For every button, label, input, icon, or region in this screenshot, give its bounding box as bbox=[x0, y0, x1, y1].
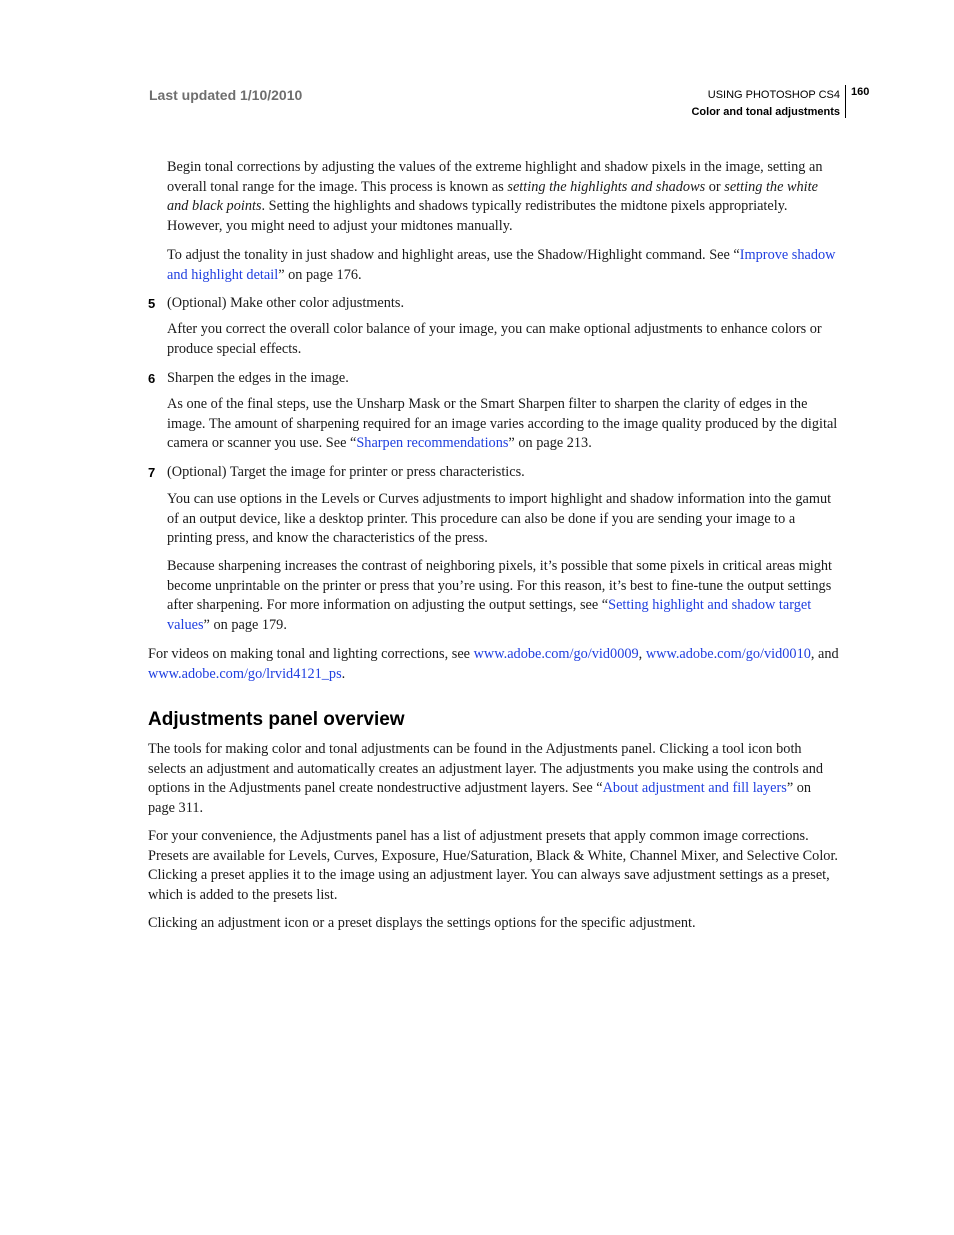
link-vid0010[interactable]: www.adobe.com/go/vid0010 bbox=[646, 646, 811, 662]
emphasis-text: setting the highlights and shadows bbox=[507, 178, 706, 195]
step-5-text: (Optional) Make other color adjustments. bbox=[167, 295, 405, 311]
book-title: USING PHOTOSHOP CS4 bbox=[707, 89, 840, 101]
paragraph-sharpening-contrast: Because sharpening increases the contras… bbox=[167, 557, 839, 635]
text: ” on page 176. bbox=[278, 266, 362, 283]
step-number-6: 6 bbox=[148, 371, 156, 386]
paragraph-adjustments-tools: The tools for making color and tonal adj… bbox=[148, 740, 840, 818]
header-divider bbox=[845, 85, 846, 118]
step-number-7: 7 bbox=[148, 465, 156, 480]
text: or bbox=[705, 178, 725, 195]
paragraph-adjustment-icon: Clicking an adjustment icon or a preset … bbox=[148, 915, 696, 931]
step-6-text: Sharpen the edges in the image. bbox=[167, 370, 349, 386]
paragraph-color-balance: After you correct the overall color bala… bbox=[167, 321, 822, 357]
last-updated: Last updated 1/10/2010 bbox=[149, 87, 303, 103]
text: For videos on making tonal and lighting … bbox=[148, 646, 474, 662]
link-lrvid4121[interactable]: www.adobe.com/go/lrvid4121_ps bbox=[148, 666, 342, 682]
paragraph-shadow-highlight: To adjust the tonality in just shadow an… bbox=[167, 246, 839, 285]
paragraph-sharpening: As one of the final steps, use the Unsha… bbox=[167, 395, 839, 454]
text: , bbox=[638, 646, 646, 662]
page-number: 160 bbox=[851, 86, 870, 98]
text: ” on page 179. bbox=[203, 616, 287, 633]
paragraph-videos: For videos on making tonal and lighting … bbox=[148, 645, 840, 684]
running-header: USING PHOTOSHOP CS4 Color and tonal adju… bbox=[691, 87, 840, 121]
text: . bbox=[341, 665, 346, 682]
link-vid0009[interactable]: www.adobe.com/go/vid0009 bbox=[474, 646, 639, 662]
paragraph-levels-curves: You can use options in the Levels or Cur… bbox=[167, 491, 832, 547]
link-sharpen-recommendations[interactable]: Sharpen recommendations bbox=[356, 435, 508, 451]
text: ” on page 213. bbox=[508, 435, 592, 452]
link-about-adjustment-fill-layers[interactable]: About adjustment and fill layers bbox=[603, 780, 787, 796]
paragraph-presets: For your convenience, the Adjustments pa… bbox=[148, 828, 838, 903]
text: To adjust the tonality in just shadow an… bbox=[167, 247, 740, 263]
step-number-5: 5 bbox=[148, 296, 156, 311]
chapter-title: Color and tonal adjustments bbox=[691, 106, 840, 118]
paragraph-tonal-corrections: Begin tonal corrections by adjusting the… bbox=[167, 158, 839, 236]
step-7-text: (Optional) Target the image for printer … bbox=[167, 464, 525, 480]
section-heading: Adjustments panel overview bbox=[148, 709, 405, 730]
text: , and bbox=[810, 646, 839, 662]
